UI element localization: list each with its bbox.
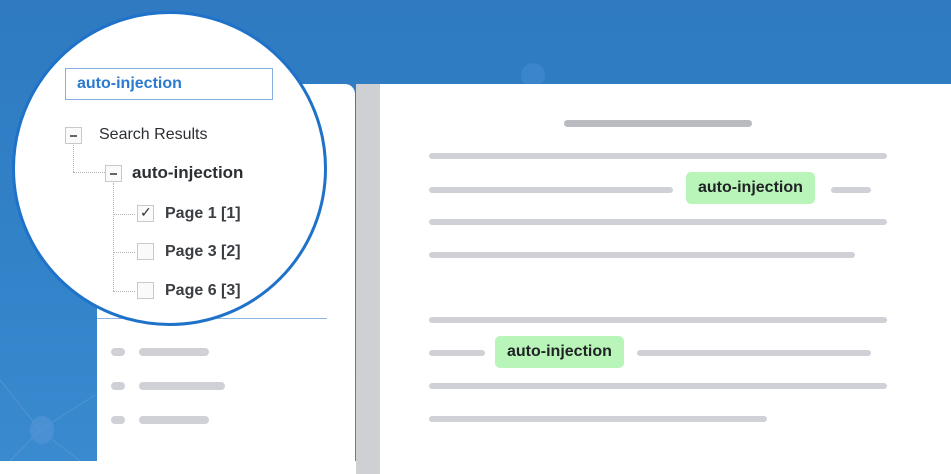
text-line [429,153,887,159]
text-line [429,383,887,389]
collapse-term-toggle[interactable] [105,165,122,182]
page-checkbox[interactable] [137,243,154,260]
search-input[interactable]: auto-injection [65,68,273,100]
minus-icon [110,173,117,175]
magnifier-lens: auto-injection Search Results auto-injec… [12,11,327,326]
bullet-icon [111,416,125,424]
text-line [429,416,767,422]
page-checkbox[interactable]: ✓ [137,204,154,222]
text-line [429,219,887,225]
bullet-icon [111,348,125,356]
tree-page-label[interactable]: Page 1 [1] [165,205,241,223]
document-title-placeholder [564,120,752,127]
placeholder-text-line [139,382,225,390]
document-page: auto-injection auto-injection [380,84,951,474]
tree-page-label[interactable]: Page 6 [3] [165,282,241,300]
text-line [429,317,887,323]
minus-icon [70,135,77,137]
text-line [637,350,871,356]
tree-page-label[interactable]: Page 3 [2] [165,243,241,261]
tree-connector [113,291,135,292]
collapse-root-toggle[interactable] [65,127,82,144]
bullet-icon [111,382,125,390]
search-highlight[interactable]: auto-injection [495,336,624,368]
tree-connector [113,214,135,215]
placeholder-text-line [139,416,209,424]
text-line [429,350,485,356]
tree-term-label[interactable]: auto-injection [132,163,243,183]
tree-connector [73,172,107,173]
tree-connector [113,252,135,253]
tree-root-label[interactable]: Search Results [99,126,208,144]
page-checkbox[interactable] [137,282,154,299]
scroll-gutter[interactable] [356,84,380,474]
search-highlight[interactable]: auto-injection [686,172,815,204]
checkmark-icon: ✓ [140,204,152,220]
placeholder-text-line [139,348,209,356]
text-line [429,187,673,193]
tree-connector [113,183,114,291]
text-line [429,252,855,258]
text-line [831,187,871,193]
tree-connector [73,145,74,172]
